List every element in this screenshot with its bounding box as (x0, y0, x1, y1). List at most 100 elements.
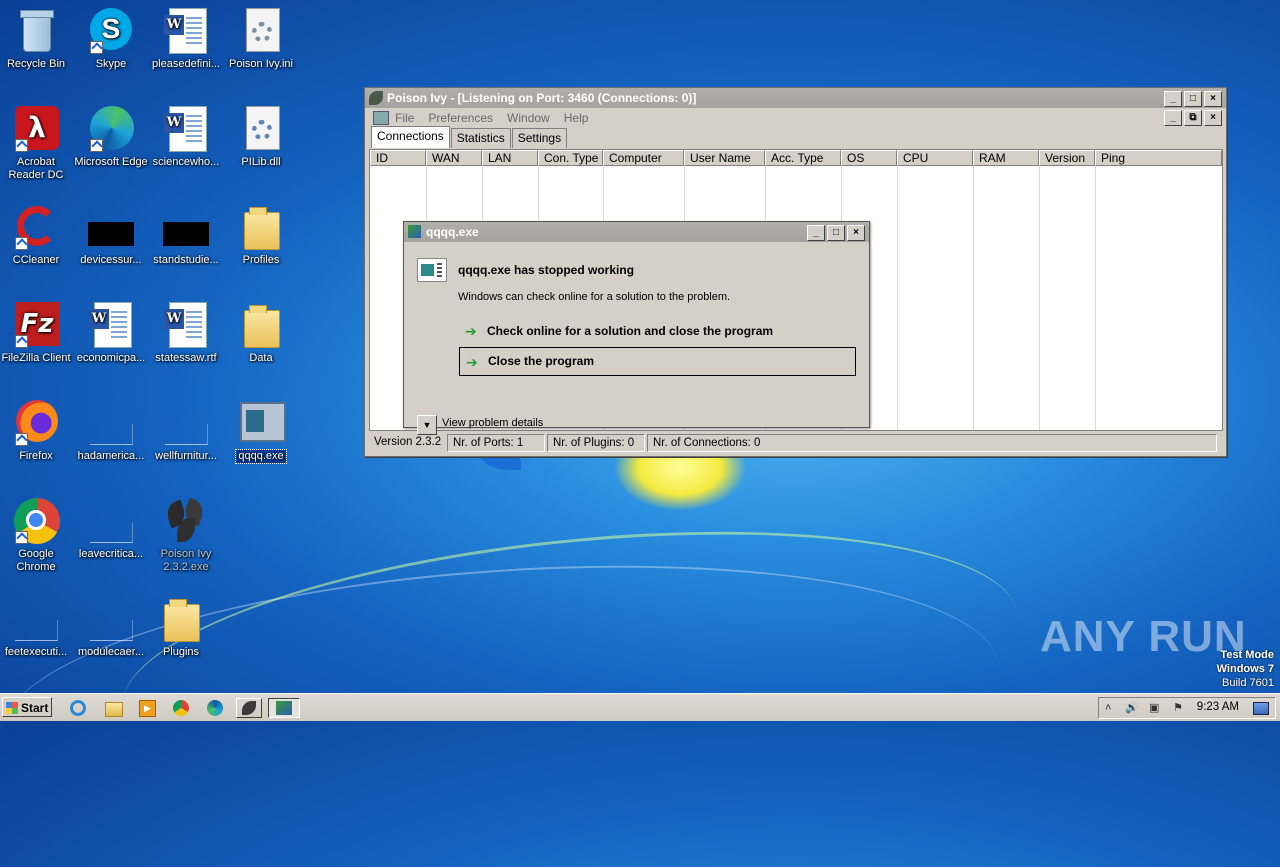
dialog-maximize-button[interactable]: □ (827, 225, 845, 241)
column-header-computer[interactable]: Computer (603, 150, 684, 166)
desktop-icon-acrobat[interactable]: λ Acrobat Reader DC (0, 106, 74, 182)
network-icon[interactable]: ▣ (1149, 702, 1161, 714)
minimize-button[interactable]: _ (1164, 91, 1182, 107)
dialog-titlebar[interactable]: qqqq.exe _ □ × (404, 222, 869, 242)
start-button[interactable]: Start (2, 697, 52, 717)
clock[interactable]: 9:23 AM (1197, 701, 1239, 713)
blank-file-icon (163, 400, 209, 446)
poison-ivy-taskbar-icon[interactable] (236, 698, 262, 718)
window-titlebar[interactable]: Poison Ivy - [Listening on Port: 3460 (C… (365, 88, 1226, 108)
settings-file-icon (238, 8, 284, 54)
desktop-icon-data[interactable]: Data (223, 302, 299, 365)
grid-line (973, 166, 974, 430)
menu-window[interactable]: Window (507, 111, 550, 125)
column-header-version[interactable]: Version (1039, 150, 1095, 166)
folder-icon (238, 204, 284, 250)
desktop-icon-qqqq-exe[interactable]: qqqq.exe (223, 400, 299, 467)
desktop-icon-plugins[interactable]: Plugins (143, 596, 219, 659)
tab-connections[interactable]: Connections (371, 126, 450, 148)
start-label: Start (21, 701, 49, 715)
explorer-taskbar-icon[interactable] (102, 698, 124, 718)
media-player-taskbar-icon[interactable]: ▶ (136, 698, 158, 718)
desktop-icon-ccleaner[interactable]: CCleaner (0, 204, 74, 267)
mdi-close-button[interactable]: × (1204, 110, 1222, 126)
desktop-icon-poison-ivy-exe[interactable]: Poison Ivy 2.3.2.exe (148, 497, 224, 574)
tab-statistics[interactable]: Statistics (450, 128, 511, 148)
dialog-title: qqqq.exe (426, 225, 479, 239)
status-connections: Nr. of Connections: 0 (647, 434, 1217, 452)
qqqq-taskbar-icon[interactable] (268, 698, 300, 718)
build-line: Build 7601 (1222, 677, 1274, 689)
maximize-button[interactable]: □ (1184, 91, 1202, 107)
mdi-restore-button[interactable]: ⧉ (1184, 110, 1202, 126)
windows-logo-icon (6, 702, 18, 714)
grid-line (1095, 166, 1096, 430)
firefox-icon (13, 400, 59, 446)
folder-icon (158, 596, 204, 642)
poison-ivy-leaf-icon (163, 497, 209, 544)
desktop-icon-pleasedefini[interactable]: pleasedefini... (148, 8, 224, 71)
ie-taskbar-icon[interactable] (68, 698, 90, 718)
column-header-user-name[interactable]: User Name (684, 150, 765, 166)
desktop-icon-leavecritica[interactable]: leavecritica... (73, 498, 149, 561)
dialog-minimize-button[interactable]: _ (807, 225, 825, 241)
menu-help[interactable]: Help (564, 111, 589, 125)
application-icon (417, 258, 447, 282)
menu-preferences[interactable]: Preferences (428, 111, 493, 125)
desktop-icon-firefox[interactable]: Firefox (0, 400, 74, 463)
grid-line (1039, 166, 1040, 430)
desktop-icon-statessaw[interactable]: statessaw.rtf (148, 302, 224, 365)
edge-icon (88, 106, 134, 152)
desktop-icon-economicpa[interactable]: economicpa... (73, 302, 149, 365)
error-dialog[interactable]: qqqq.exe _ □ × qqqq.exe has stopped work… (403, 221, 870, 435)
column-header-acc-type[interactable]: Acc. Type (765, 150, 841, 166)
column-header-lan[interactable]: LAN (482, 150, 538, 166)
chevron-up-icon[interactable]: ˄ (1105, 702, 1117, 714)
word-document-icon (163, 106, 209, 152)
column-header-id[interactable]: ID (370, 150, 426, 166)
desktop-icon-edge[interactable]: Microsoft Edge (73, 106, 149, 169)
close-program-button[interactable]: ➔ Close the program (459, 347, 856, 376)
desktop-icon-skype[interactable]: S Skype (73, 8, 149, 71)
check-online-button[interactable]: ➔ Check online for a solution and close … (459, 318, 856, 344)
desktop-icon-poison-ivy-ini[interactable]: Poison Ivy.ini (223, 8, 299, 71)
column-header-os[interactable]: OS (841, 150, 897, 166)
column-header-con-type[interactable]: Con. Type (538, 150, 603, 166)
desktop-icon-standstudie[interactable]: standstudie... (148, 204, 224, 267)
dialog-heading: qqqq.exe has stopped working (458, 263, 635, 277)
column-header-wan[interactable]: WAN (426, 150, 482, 166)
desktop-icon-pilib-dll[interactable]: PILib.dll (223, 106, 299, 169)
desktop-icon-hadamerica[interactable]: hadamerica... (73, 400, 149, 463)
volume-icon[interactable]: 🔊 (1125, 702, 1139, 714)
flag-icon[interactable]: ⚑ (1173, 702, 1185, 714)
desktop-icon-recycle-bin[interactable]: Recycle Bin (0, 8, 74, 71)
status-version: Version 2.3.2 (374, 436, 442, 448)
edge-taskbar-icon[interactable] (204, 698, 226, 718)
chevron-down-icon[interactable]: ▼ (417, 415, 437, 435)
chrome-taskbar-icon[interactable] (170, 698, 192, 718)
view-details-link[interactable]: View problem details (442, 417, 543, 429)
desktop-icon-chrome[interactable]: Google Chrome (0, 498, 74, 574)
desktop-icon-modulecaer[interactable]: modulecaer... (73, 596, 149, 659)
desktop-icon-filezilla[interactable]: Fz FileZilla Client (0, 302, 74, 365)
desktop-icon-feetexecuti[interactable]: feetexecuti... (0, 596, 74, 659)
desktop-icon-devicessur[interactable]: devicessur... (73, 204, 149, 267)
close-button[interactable]: × (1204, 91, 1222, 107)
mdi-child-icon[interactable] (373, 110, 389, 125)
system-tray: ˄ 🔊 ▣ ⚑ 9:23 AM (1098, 697, 1276, 719)
desktop-icon-sciencewho[interactable]: sciencewho... (148, 106, 224, 169)
tab-settings[interactable]: Settings (511, 128, 568, 148)
dialog-close-button[interactable]: × (847, 225, 865, 241)
poison-ivy-icon (369, 91, 383, 105)
blank-file-icon (88, 498, 134, 544)
desktop-icon-wellfurnitur[interactable]: wellfurnitur... (148, 400, 224, 463)
column-header-ping[interactable]: Ping (1095, 150, 1222, 166)
desktop-icon-profiles[interactable]: Profiles (223, 204, 299, 267)
menu-file[interactable]: File (395, 111, 414, 125)
show-desktop-icon[interactable] (1253, 702, 1269, 715)
close-program-label: Close the program (488, 354, 595, 368)
blank-file-icon (88, 596, 134, 642)
column-header-cpu[interactable]: CPU (897, 150, 973, 166)
mdi-minimize-button[interactable]: _ (1164, 110, 1182, 126)
column-header-ram[interactable]: RAM (973, 150, 1039, 166)
